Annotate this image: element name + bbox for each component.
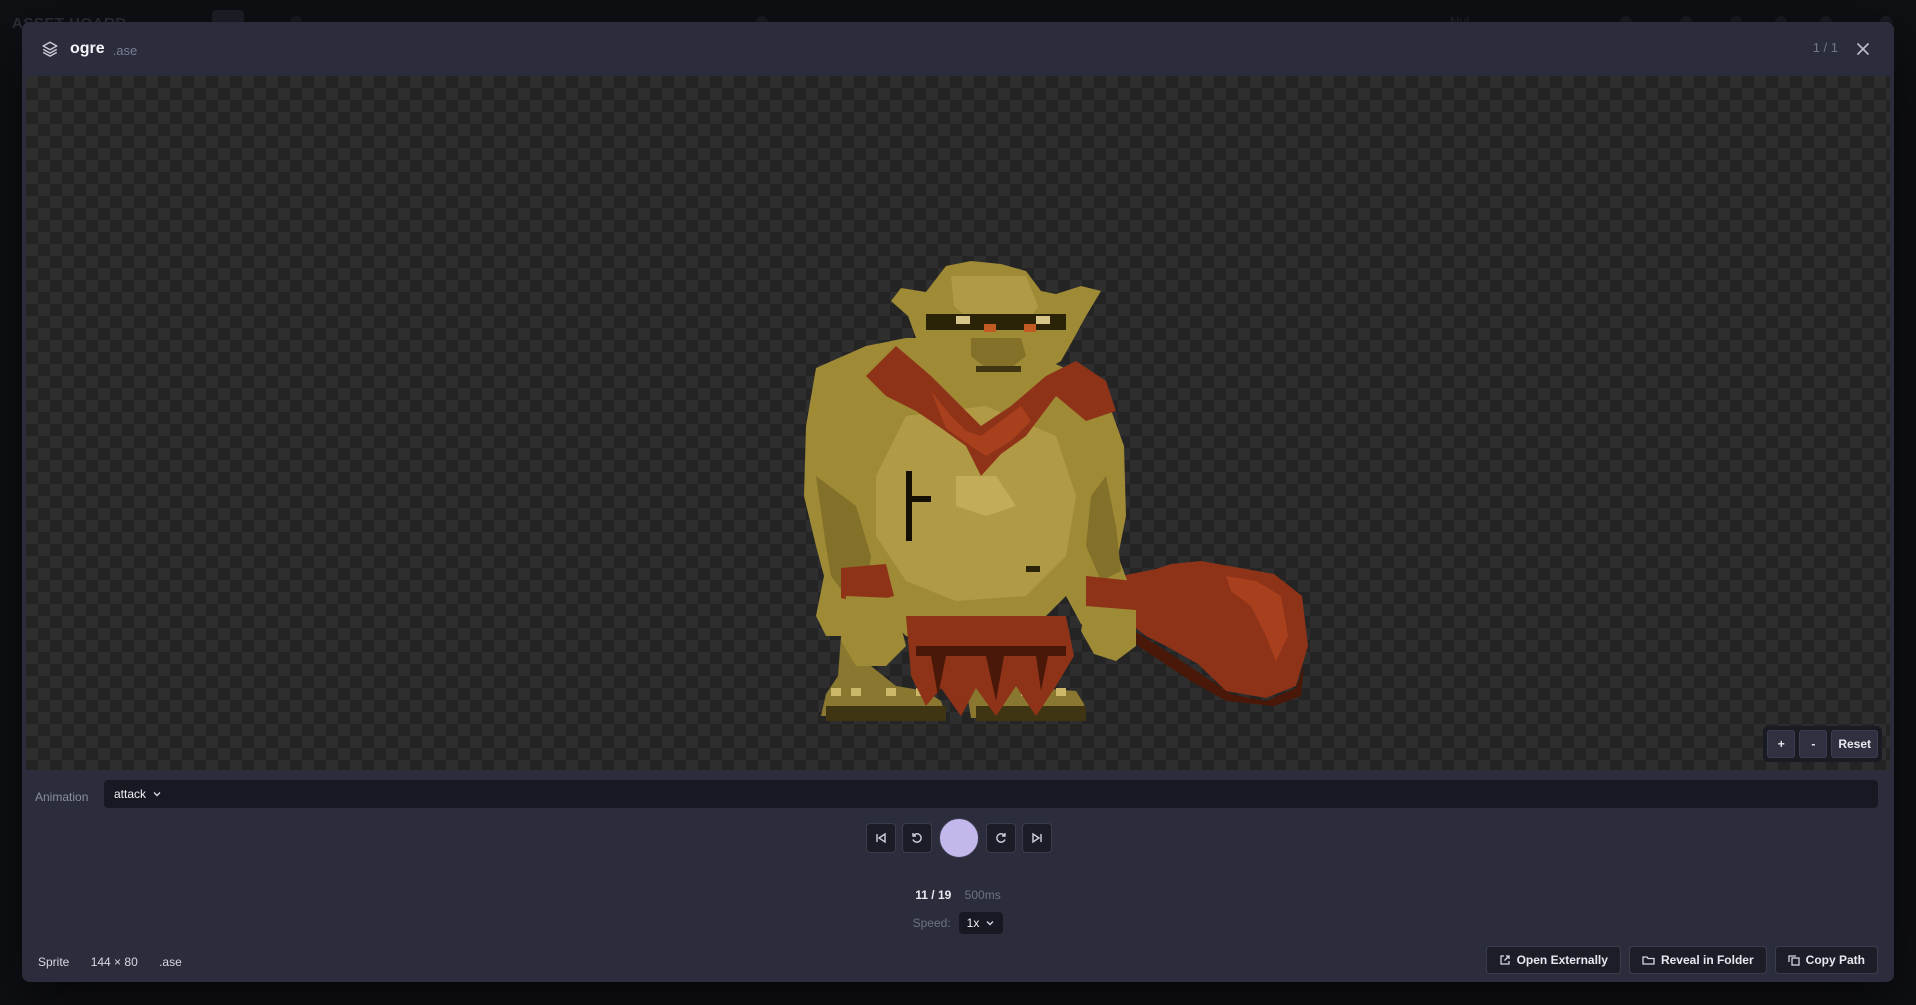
rewind-icon: [912, 833, 922, 843]
frame-counter: 11 / 19: [915, 888, 952, 902]
chevron-down-icon: [985, 918, 995, 928]
external-link-icon: [1499, 955, 1510, 965]
speed-label: Speed:: [912, 916, 951, 930]
zoom-in-button[interactable]: +: [1767, 730, 1796, 758]
chevron-down-icon: [152, 789, 162, 799]
skip-to-end-button[interactable]: [1022, 823, 1052, 853]
close-button[interactable]: [1850, 36, 1876, 62]
animation-selected-value: attack: [114, 787, 147, 801]
zoom-controls: + - Reset: [1763, 726, 1882, 762]
play-button[interactable]: [939, 818, 979, 858]
speed-value: 1x: [966, 916, 980, 930]
animation-panel: Animation attack 11 / 19 500ms Speed: 1x: [22, 770, 1894, 934]
asset-dimensions: 144 × 80: [90, 955, 138, 969]
copy-path-button[interactable]: Copy Path: [1774, 946, 1878, 974]
reveal-in-folder-button[interactable]: Reveal in Folder: [1628, 946, 1767, 974]
step-back-button[interactable]: [902, 823, 932, 853]
playback-controls: [866, 818, 1052, 858]
open-externally-button[interactable]: Open Externally: [1485, 946, 1621, 974]
copy-path-label: Copy Path: [1805, 953, 1865, 967]
footer-actions: Open Externally Reveal in Folder Copy Pa…: [1485, 946, 1878, 974]
asset-extension: .ase: [112, 42, 138, 58]
speed-select[interactable]: 1x: [958, 912, 1004, 934]
asset-title: ogre: [70, 40, 105, 57]
close-icon: [1857, 43, 1869, 55]
sprite-canvas[interactable]: + - Reset: [26, 76, 1890, 770]
reveal-in-folder-label: Reveal in Folder: [1660, 953, 1754, 967]
forward-icon: [996, 833, 1006, 843]
frame-info: 11 / 19 500ms: [22, 888, 1894, 902]
layers-icon: [40, 39, 60, 59]
asset-preview-modal: ogre .ase 1 / 1 + - Reset Animation atta…: [22, 22, 1894, 982]
asset-file-extension: .ase: [159, 955, 182, 969]
asset-type: Sprite: [38, 955, 70, 969]
copy-icon: [1788, 955, 1800, 966]
skip-to-start-button[interactable]: [866, 823, 896, 853]
asset-counter: 1 / 1: [1812, 40, 1838, 55]
animation-select[interactable]: attack: [104, 780, 1878, 808]
step-forward-button[interactable]: [986, 823, 1016, 853]
modal-footer: Sprite 144 × 80 .ase Open Externally Rev…: [22, 942, 1894, 982]
asset-meta: Sprite 144 × 80 .ase: [38, 955, 200, 969]
skip-back-icon: [876, 832, 886, 844]
zoom-out-button[interactable]: -: [1799, 730, 1828, 758]
skip-forward-icon: [1032, 832, 1042, 844]
frame-duration: 500ms: [964, 888, 1001, 902]
animation-label: Animation: [35, 790, 89, 804]
open-externally-label: Open Externally: [1516, 953, 1608, 967]
modal-header: ogre .ase 1 / 1: [22, 22, 1894, 76]
folder-icon: [1642, 956, 1655, 965]
zoom-reset-button[interactable]: Reset: [1831, 730, 1878, 758]
ogre-sprite: [804, 261, 1308, 721]
speed-row: Speed: 1x: [22, 912, 1894, 934]
